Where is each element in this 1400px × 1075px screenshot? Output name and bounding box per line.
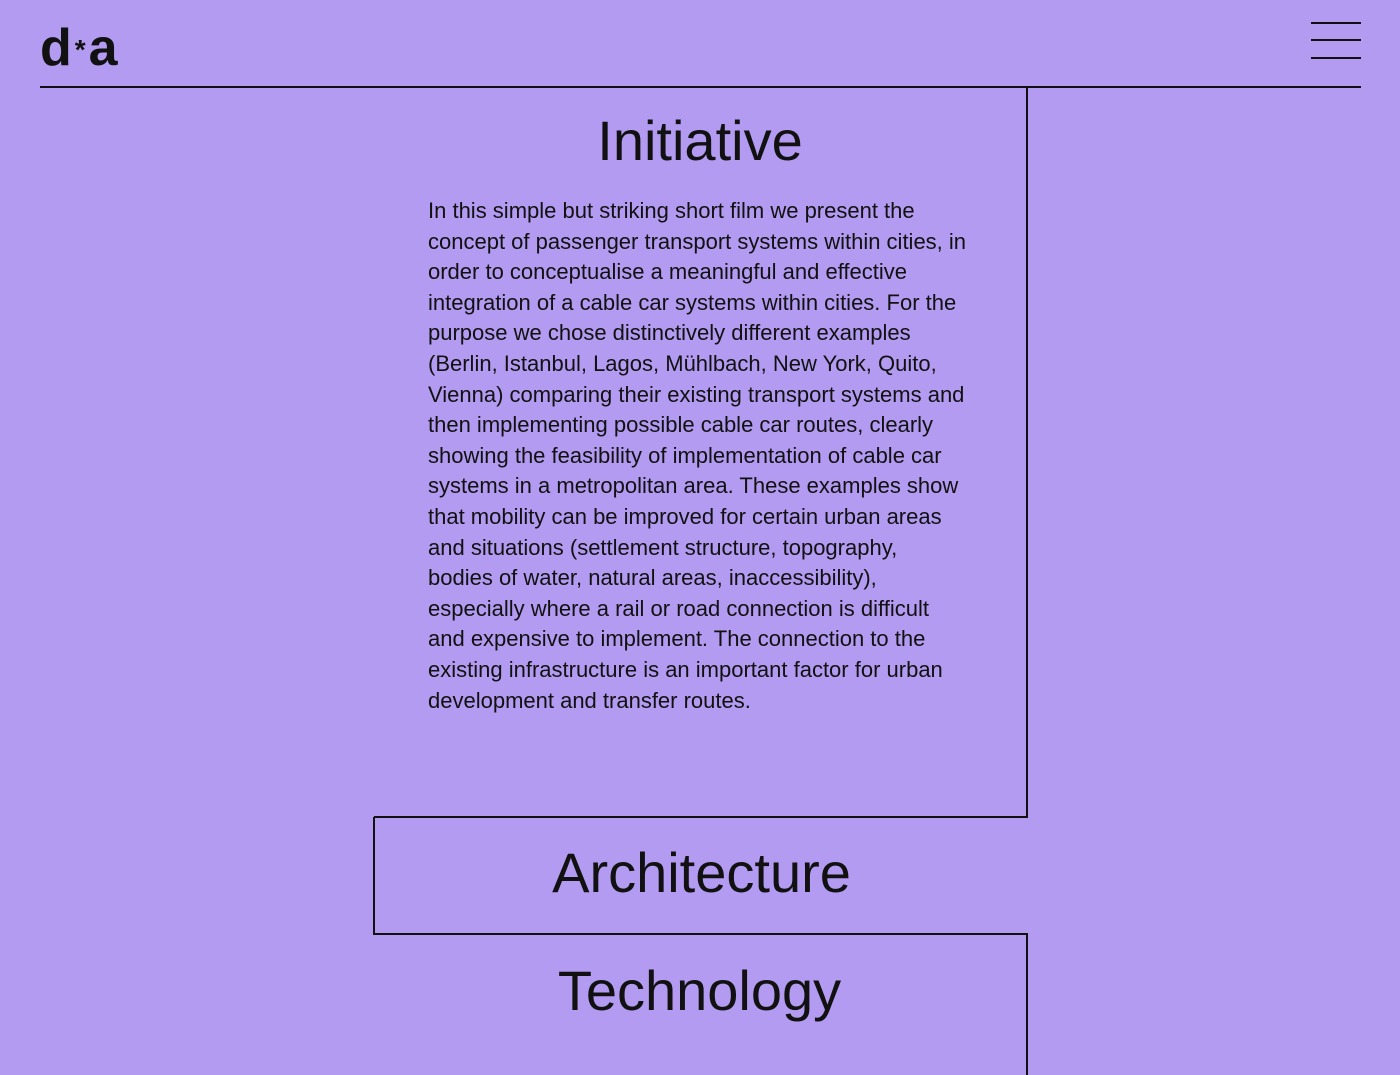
section-architecture: Architecture [373,817,1028,935]
section-title-technology[interactable]: Technology [373,963,1026,1019]
section-title-initiative[interactable]: Initiative [374,113,1026,169]
menu-line-middle [1311,39,1361,41]
hamburger-menu-icon[interactable] [1311,22,1361,62]
logo-star-icon: * [74,34,86,65]
logo-letter-d: d [40,19,72,77]
menu-line-bottom [1311,57,1361,59]
section-technology: Technology [373,935,1028,1075]
logo-letter-a: a [88,19,118,77]
site-header: d * a [40,0,1361,88]
site-logo[interactable]: d * a [40,20,118,84]
section-body-initiative: In this simple but striking short film w… [428,198,967,713]
menu-line-top [1311,22,1361,24]
section-initiative: Initiative In this simple but striking s… [374,86,1028,818]
section-title-architecture[interactable]: Architecture [375,845,1028,901]
